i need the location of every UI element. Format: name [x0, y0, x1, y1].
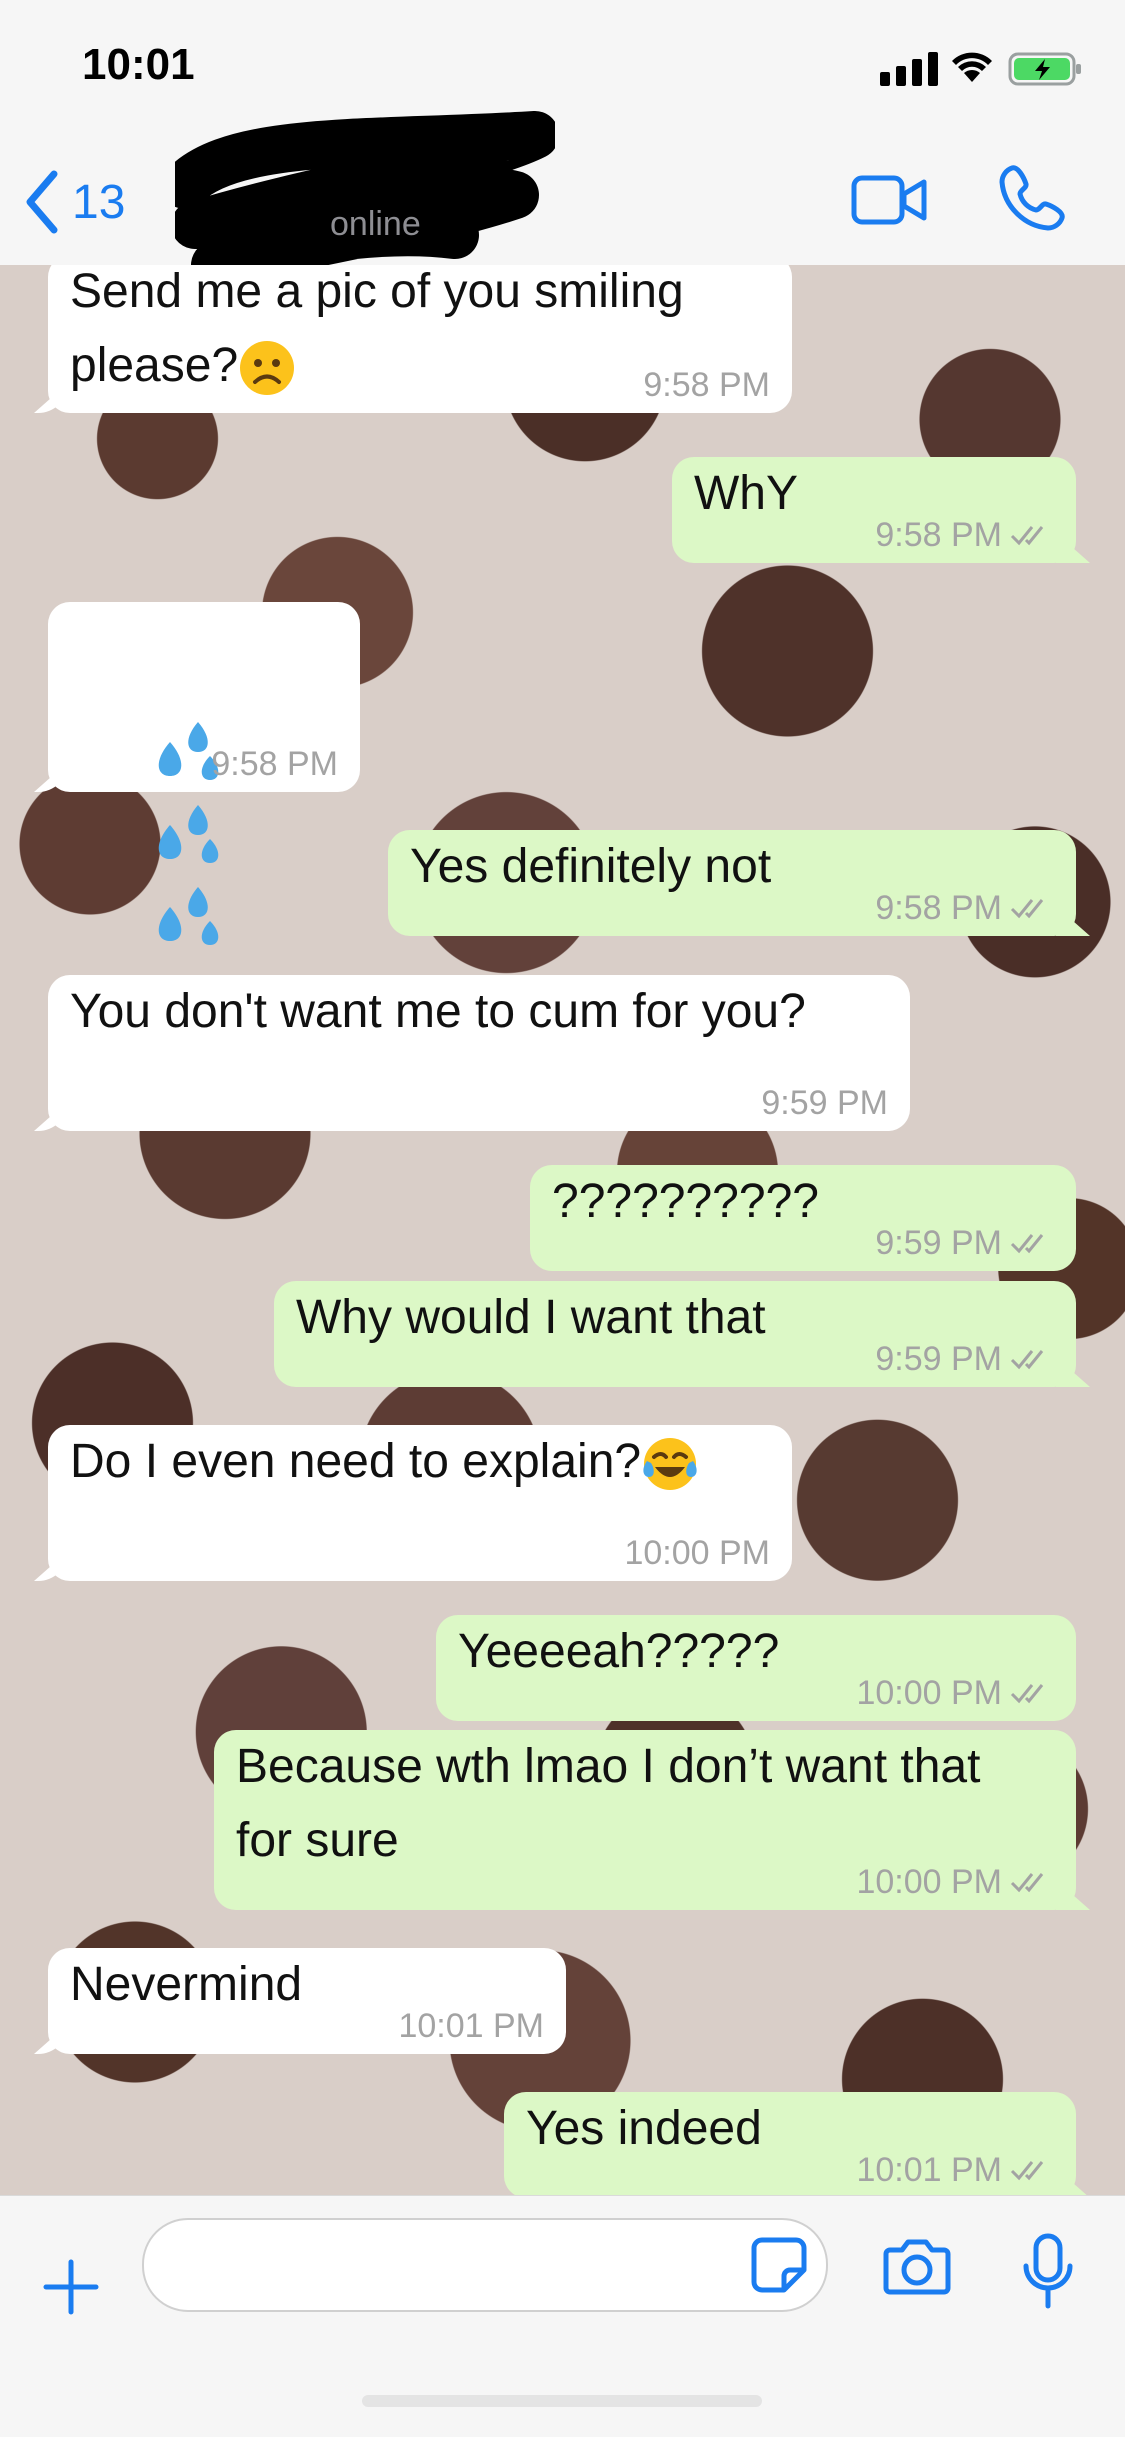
message-time: 10:01 PM: [856, 2150, 1054, 2190]
message-outgoing[interactable]: Yeeeeah????? 10:00 PM: [436, 1615, 1076, 1721]
double-check-icon: [1010, 526, 1044, 546]
time-label: 10:01 PM: [856, 2151, 1002, 2189]
message-outgoing[interactable]: Because wth lmao I don’t want that for s…: [214, 1730, 1076, 1910]
chat-messages[interactable]: Send me a pic of you smiling please? 9:5…: [0, 265, 1125, 2195]
phone-icon[interactable]: [998, 162, 1068, 232]
message-text: Send me a pic of you smiling: [70, 265, 684, 318]
double-check-icon: [1010, 899, 1044, 919]
time-label: 9:59 PM: [761, 1084, 888, 1122]
tears-of-joy-emoji-icon: [643, 1438, 697, 1491]
message-incoming[interactable]: You don't want me to cum for you? 9:59 P…: [48, 975, 910, 1131]
message-time: 9:58 PM: [211, 744, 338, 784]
message-incoming[interactable]: Do I even need to explain? 10:00 PM: [48, 1425, 792, 1581]
message-text: Because wth lmao I don’t want that: [236, 1740, 981, 1793]
plus-icon[interactable]: [42, 2258, 100, 2316]
presence-status: online: [330, 205, 421, 243]
time-label: 10:01 PM: [398, 2007, 544, 2045]
back-chevron-icon: [26, 170, 58, 234]
time-label: 9:58 PM: [643, 366, 770, 404]
double-check-icon: [1010, 2161, 1044, 2181]
back-button[interactable]: 13: [22, 170, 125, 234]
message-outgoing[interactable]: Yes definitely not 9:58 PM: [388, 830, 1076, 936]
message-time: 9:58 PM: [875, 888, 1054, 928]
time-label: 10:00 PM: [624, 1534, 770, 1572]
message-text: Do I even need to explain?: [70, 1435, 642, 1488]
camera-icon[interactable]: [882, 2236, 952, 2296]
unread-count: 13: [72, 175, 126, 229]
time-label: 10:00 PM: [856, 1863, 1002, 1901]
message-time: 10:00 PM: [624, 1533, 770, 1573]
message-time: 10:01 PM: [398, 2006, 544, 2046]
wifi-icon: [952, 52, 992, 82]
cellular-signal-icon: [880, 52, 938, 86]
frowning-face-emoji-icon: [240, 341, 295, 396]
message-input[interactable]: [142, 2218, 828, 2312]
message-time: 9:59 PM: [761, 1083, 888, 1123]
message-time: 10:00 PM: [856, 1673, 1054, 1713]
message-incoming[interactable]: 9:58 PM: [48, 602, 360, 945]
sticker-icon[interactable]: [750, 2236, 808, 2294]
droplets-emoji-row: [70, 602, 338, 1031]
double-check-icon: [1010, 1234, 1044, 1254]
message-time: 10:00 PM: [856, 1862, 1054, 1902]
mic-icon[interactable]: [1020, 2232, 1076, 2312]
double-check-icon: [1010, 1350, 1044, 1370]
time-label: 9:59 PM: [875, 1224, 1002, 1262]
sweat-droplets-emoji-icon: [158, 804, 219, 863]
time-label: 10:00 PM: [856, 1674, 1002, 1712]
message-outgoing[interactable]: WhY 9:58 PM: [672, 457, 1076, 563]
chat-header: 13 online: [0, 111, 1125, 275]
message-line: Do I even need to explain?: [70, 1425, 770, 1499]
message-text: please?: [70, 339, 239, 392]
message-time: 9:58 PM: [643, 365, 770, 405]
message-outgoing[interactable]: ?????????? 9:59 PM: [530, 1165, 1076, 1271]
message-text: You don't want me to cum for you?: [70, 985, 806, 1038]
message-incoming[interactable]: Send me a pic of you smiling please? 9:5…: [48, 265, 792, 413]
message-outgoing[interactable]: Why would I want that 9:59 PM: [274, 1281, 1076, 1387]
double-check-icon: [1010, 1873, 1044, 1893]
time-label: 9:59 PM: [875, 1340, 1002, 1378]
sweat-droplets-emoji-icon: [158, 886, 219, 945]
message-outgoing[interactable]: Yes indeed 10:01 PM: [504, 2092, 1076, 2195]
video-call-icon[interactable]: [850, 170, 930, 230]
battery-charging-icon: [1008, 52, 1081, 86]
home-indicator[interactable]: [362, 2395, 762, 2407]
status-bar: 10:01: [0, 0, 1125, 130]
double-check-icon: [1010, 1684, 1044, 1704]
time-label: 9:58 PM: [211, 745, 338, 783]
message-time: 9:58 PM: [875, 515, 1054, 555]
message-time: 9:59 PM: [875, 1223, 1054, 1263]
redaction-scribble: [175, 111, 555, 275]
time-label: 9:58 PM: [875, 889, 1002, 927]
time-label: 9:58 PM: [875, 516, 1002, 554]
message-time: 9:59 PM: [875, 1339, 1054, 1379]
message-incoming[interactable]: Nevermind 10:01 PM: [48, 1948, 566, 2054]
